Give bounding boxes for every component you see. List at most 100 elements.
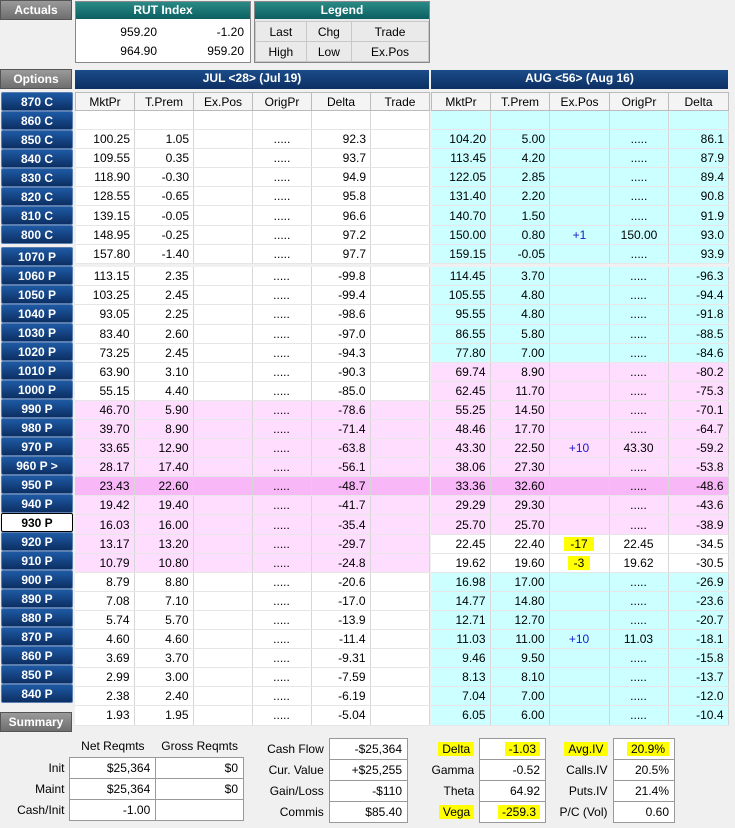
- aug-cell-tprem[interactable]: 25.70: [490, 514, 550, 535]
- jul-cell-tprem[interactable]: 12.90: [134, 438, 194, 459]
- jul-cell-delta[interactable]: -35.4: [311, 514, 371, 535]
- aug-cell-tprem[interactable]: 11.00: [490, 629, 550, 650]
- aug-cell-expos[interactable]: [549, 129, 610, 150]
- strike-button[interactable]: 810 C: [1, 206, 73, 225]
- aug-cell-delta[interactable]: -48.6: [668, 476, 729, 497]
- aug-cell-expos[interactable]: -17: [549, 534, 610, 554]
- aug-put-row[interactable]: 12.71 12.70..... -20.7: [431, 610, 729, 631]
- aug-put-row[interactable]: 114.45 3.70..... -96.3: [431, 266, 729, 287]
- jul-cell-mktpr[interactable]: 113.15: [75, 266, 135, 287]
- strike-button[interactable]: 840 P: [1, 684, 73, 703]
- aug-cell-origpr[interactable]: .....: [609, 343, 669, 363]
- aug-cell-expos[interactable]: [549, 304, 610, 325]
- jul-cell-origpr[interactable]: .....: [252, 495, 312, 516]
- jul-put-row[interactable]: 1.93 1.95..... -5.04: [75, 705, 430, 726]
- jul-put-row[interactable]: 2.38 2.40..... -6.19: [75, 686, 430, 707]
- jul-cell-expos[interactable]: [193, 324, 253, 344]
- aug-cell-tprem[interactable]: 8.10: [490, 667, 550, 688]
- aug-cell-expos[interactable]: [549, 362, 610, 382]
- aug-cell-origpr[interactable]: .....: [609, 457, 669, 478]
- strike-button[interactable]: 910 P: [1, 551, 73, 570]
- jul-col-header[interactable]: OrigPr: [252, 92, 312, 111]
- aug-cell-origpr[interactable]: 11.03: [609, 629, 669, 650]
- strike-button[interactable]: 960 P >: [1, 456, 73, 475]
- jul-cell-origpr[interactable]: .....: [252, 148, 312, 169]
- jul-cell-trade[interactable]: [370, 514, 430, 535]
- jul-cell-tprem[interactable]: -0.25: [134, 225, 194, 245]
- aug-put-row[interactable]: 55.25 14.50..... -70.1: [431, 400, 729, 421]
- strike-button[interactable]: 990 P: [1, 399, 73, 418]
- jul-cell-delta[interactable]: -6.19: [311, 686, 371, 707]
- strike-button[interactable]: 1040 P: [1, 304, 73, 323]
- aug-cell-expos[interactable]: [549, 167, 610, 188]
- jul-cell-mktpr[interactable]: 103.25: [75, 285, 135, 306]
- jul-cell-trade[interactable]: [370, 438, 430, 459]
- jul-cell-trade[interactable]: [370, 419, 430, 440]
- options-button[interactable]: Options: [0, 69, 72, 89]
- jul-cell-delta[interactable]: -41.7: [311, 495, 371, 516]
- aug-cell-origpr[interactable]: .....: [609, 129, 669, 150]
- strike-button[interactable]: 970 P: [1, 437, 73, 456]
- jul-cell-origpr[interactable]: .....: [252, 129, 312, 150]
- aug-cell-tprem[interactable]: 22.50: [490, 438, 550, 459]
- jul-cell-origpr[interactable]: .....: [252, 686, 312, 707]
- jul-col-header[interactable]: MktPr: [75, 92, 135, 111]
- strike-button[interactable]: 1030 P: [1, 323, 73, 342]
- jul-put-row[interactable]: 3.69 3.70..... -9.31: [75, 648, 430, 669]
- jul-put-row[interactable]: 8.79 8.80..... -20.6: [75, 572, 430, 592]
- jul-cell-trade[interactable]: [370, 324, 430, 344]
- jul-cell-mktpr[interactable]: 3.69: [75, 648, 135, 669]
- aug-put-row[interactable]: 105.55 4.80..... -94.4: [431, 285, 729, 306]
- jul-cell-expos[interactable]: [193, 534, 253, 554]
- jul-cell-mktpr[interactable]: 5.74: [75, 610, 135, 631]
- aug-cell-mktpr[interactable]: 8.13: [431, 667, 491, 688]
- jul-cell-mktpr[interactable]: 73.25: [75, 343, 135, 363]
- aug-cell-tprem[interactable]: 1.50: [490, 205, 550, 226]
- jul-cell-tprem[interactable]: 2.35: [134, 266, 194, 287]
- aug-put-row[interactable]: 69.74 8.90..... -80.2: [431, 362, 729, 382]
- jul-cell-tprem[interactable]: 17.40: [134, 457, 194, 478]
- jul-cell-tprem[interactable]: 2.25: [134, 304, 194, 325]
- jul-cell-origpr[interactable]: .....: [252, 705, 312, 726]
- jul-cell-origpr[interactable]: .....: [252, 362, 312, 382]
- aug-cell-mktpr[interactable]: 62.45: [431, 381, 491, 401]
- aug-cell-delta[interactable]: -84.6: [668, 343, 729, 363]
- jul-cell-origpr[interactable]: .....: [252, 205, 312, 226]
- aug-cell-origpr[interactable]: .....: [609, 514, 669, 535]
- jul-cell-trade[interactable]: [370, 148, 430, 169]
- jul-cell-expos[interactable]: [193, 457, 253, 478]
- aug-cell-mktpr[interactable]: 19.62: [431, 553, 491, 573]
- jul-cell-tprem[interactable]: 3.00: [134, 667, 194, 688]
- jul-call-row[interactable]: 100.25 1.05..... 92.3: [75, 129, 430, 150]
- aug-cell-expos[interactable]: [549, 419, 610, 440]
- aug-cell-expos[interactable]: +10: [549, 629, 610, 650]
- aug-put-row[interactable]: 16.98 17.00..... -26.9: [431, 572, 729, 592]
- aug-cell-mktpr[interactable]: 16.98: [431, 572, 491, 592]
- jul-cell-expos[interactable]: [193, 591, 253, 611]
- aug-cell-expos[interactable]: [549, 110, 610, 131]
- aug-cell-expos[interactable]: [549, 400, 610, 421]
- aug-cell-delta[interactable]: 87.9: [668, 148, 729, 169]
- jul-cell-mktpr[interactable]: 55.15: [75, 381, 135, 401]
- aug-put-row[interactable]: 33.36 32.60..... -48.6: [431, 476, 729, 497]
- jul-cell-mktpr[interactable]: 118.90: [75, 167, 135, 188]
- jul-cell-trade[interactable]: [370, 110, 430, 131]
- aug-cell-tprem[interactable]: 17.00: [490, 572, 550, 592]
- jul-call-row[interactable]: 148.95 -0.25..... 97.2: [75, 225, 430, 245]
- aug-cell-origpr[interactable]: .....: [609, 148, 669, 169]
- jul-put-row[interactable]: 55.15 4.40..... -85.0: [75, 381, 430, 401]
- strike-button[interactable]: 820 C: [1, 187, 73, 206]
- jul-cell-delta[interactable]: -99.8: [311, 266, 371, 287]
- jul-cell-mktpr[interactable]: 2.99: [75, 667, 135, 688]
- aug-cell-delta[interactable]: -96.3: [668, 266, 729, 287]
- strike-button[interactable]: 1020 P: [1, 342, 73, 361]
- jul-put-row[interactable]: 4.60 4.60..... -11.4: [75, 629, 430, 650]
- jul-put-row[interactable]: 83.40 2.60..... -97.0: [75, 324, 430, 344]
- jul-cell-delta[interactable]: -99.4: [311, 285, 371, 306]
- aug-cell-origpr[interactable]: .....: [609, 610, 669, 631]
- aug-cell-origpr[interactable]: .....: [609, 686, 669, 707]
- jul-cell-trade[interactable]: [370, 686, 430, 707]
- jul-cell-mktpr[interactable]: 16.03: [75, 514, 135, 535]
- jul-cell-trade[interactable]: [370, 205, 430, 226]
- aug-cell-mktpr[interactable]: 131.40: [431, 186, 491, 207]
